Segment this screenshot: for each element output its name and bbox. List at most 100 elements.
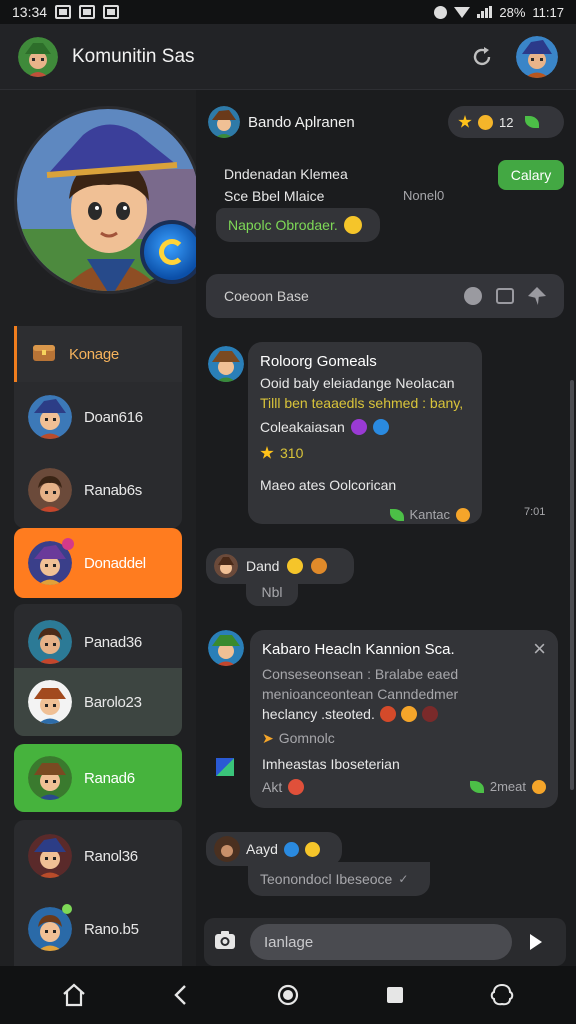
- community-avatar[interactable]: [18, 36, 58, 77]
- sidebar-item-donaddel[interactable]: Donaddel: [14, 528, 182, 598]
- camera-icon[interactable]: [214, 930, 236, 955]
- sidebar-item-label: Konage: [69, 345, 119, 363]
- signal-icon: [477, 6, 493, 18]
- message-meta: Nonel0: [403, 188, 445, 203]
- unread-badge: [62, 538, 74, 550]
- sidebar: Konage Doan616 Ranab6s Donaddel Panad36 …: [0, 90, 204, 966]
- info-icon[interactable]: [464, 287, 482, 305]
- sidebar-item-ranol36[interactable]: Ranol36: [14, 820, 182, 892]
- avatar[interactable]: [208, 106, 240, 138]
- message-sender[interactable]: Bando Aplranen: [248, 114, 355, 131]
- avatar: [28, 620, 72, 664]
- sidebar-item-label: Donaddel: [84, 554, 146, 572]
- sidebar-item-label: Rano.b5: [84, 920, 139, 938]
- battery-level: 28%: [499, 4, 526, 20]
- navigation-bar: [0, 966, 576, 1024]
- message-text: menioanceontean Canndedmer: [262, 686, 459, 702]
- message-input[interactable]: Ianlage: [250, 924, 512, 960]
- message-text: Gomnolc: [278, 730, 335, 746]
- emoji-icon: [304, 841, 320, 857]
- message-footer: 2meat: [489, 779, 526, 794]
- message-text: Aayd: [246, 841, 278, 857]
- status-time: 13:34: [12, 4, 48, 20]
- message-bubble[interactable]: Kabaro Heacln Kannion Sca. × Conseseonse…: [250, 630, 558, 808]
- pin-icon[interactable]: [528, 287, 546, 305]
- message-text: Tilll ben teaaedls sehmed : bany,: [260, 395, 464, 411]
- close-icon[interactable]: ×: [533, 638, 546, 660]
- sidebar-item-label: Doan616: [84, 408, 143, 426]
- status-bar: 13:34 28% 11:17: [0, 0, 576, 24]
- emoji-icon: [421, 706, 438, 722]
- message-composer: Ianlage: [204, 918, 566, 966]
- reply-button[interactable]: Calary: [498, 160, 564, 190]
- home-icon[interactable]: [59, 980, 89, 1010]
- sidebar-item-barolo23[interactable]: Barolo23: [14, 668, 182, 736]
- emoji-icon: [288, 779, 305, 795]
- star-icon: [458, 115, 472, 128]
- message-time: 7:01: [524, 506, 546, 518]
- gallery-icon: [103, 5, 120, 19]
- apps-icon[interactable]: [487, 980, 517, 1010]
- sidebar-item-doan616[interactable]: Doan616: [14, 382, 182, 452]
- app-header: Komunitin Sas: [0, 24, 576, 90]
- message-footer: Kantac: [409, 507, 450, 522]
- gallery-icon: [55, 5, 72, 19]
- sidebar-item-ranob5[interactable]: Rano.b5: [14, 892, 182, 966]
- scrollbar[interactable]: [570, 380, 574, 790]
- emoji-icon: [287, 558, 304, 574]
- message-text: Dand: [246, 558, 280, 574]
- avatar[interactable]: [208, 346, 244, 382]
- message-bubble[interactable]: Roloorg Gomeals Ooid baly eleiadange Neo…: [248, 342, 482, 524]
- avatar: [214, 554, 238, 578]
- refresh-icon[interactable]: [470, 45, 494, 69]
- reply-bubble[interactable]: Napolc Obrodaer.: [216, 208, 380, 242]
- arrow-icon: ➤: [262, 730, 274, 746]
- user-avatar[interactable]: [516, 35, 558, 78]
- emoji-icon: [456, 508, 470, 522]
- reply-text: Napolc Obrodaer.: [228, 217, 338, 233]
- recents-icon[interactable]: [380, 980, 410, 1010]
- message-bubble[interactable]: Aayd: [206, 832, 342, 866]
- check-icon: ✓: [398, 872, 409, 886]
- sidebar-item-ranab6s[interactable]: Ranab6s: [14, 452, 182, 528]
- star-icon: [260, 446, 274, 459]
- avatar[interactable]: [208, 630, 244, 666]
- emoji-icon: [350, 419, 367, 435]
- sidebar-item-konage[interactable]: Konage: [14, 326, 182, 382]
- home-circle-icon[interactable]: [273, 980, 303, 1010]
- star-count: 310: [280, 445, 304, 461]
- message-bubble[interactable]: Nbl: [246, 578, 298, 606]
- message-text: Sce Bbel Mlaice: [224, 188, 325, 204]
- message-placeholder: Ianlage: [264, 933, 314, 951]
- sidebar-item-label: Ranad6: [84, 769, 135, 787]
- leaf-icon: [389, 509, 404, 521]
- search-placeholder: Coeoon Base: [224, 288, 309, 304]
- message-bubble[interactable]: Teonondocl Ibeseoce ✓: [248, 862, 430, 896]
- avatar: [28, 756, 72, 800]
- avatar: [28, 680, 72, 724]
- avatar: [28, 468, 72, 512]
- sidebar-item-label: Ranab6s: [84, 481, 142, 499]
- message-text: Nbl: [261, 584, 283, 600]
- search-input[interactable]: Coeoon Base: [206, 274, 564, 318]
- emoji-icon: [379, 706, 396, 722]
- wifi-icon: [454, 6, 471, 18]
- emoji-icon: [532, 780, 546, 794]
- emoji-icon: [283, 841, 299, 857]
- emoji-icon: [478, 114, 493, 130]
- smile-emoji-icon: [343, 216, 362, 234]
- message-text: Coleakaiasan: [260, 419, 345, 435]
- emoji-icon: [311, 558, 328, 574]
- back-icon[interactable]: [166, 980, 196, 1010]
- unread-badge: [62, 904, 72, 914]
- status-clock: 11:17: [532, 4, 564, 20]
- alert-icon: [434, 5, 448, 19]
- media-icon[interactable]: [496, 288, 514, 304]
- send-icon[interactable]: [530, 934, 542, 950]
- reaction-bar[interactable]: 12: [448, 106, 564, 138]
- gallery-icon: [79, 5, 96, 19]
- message-text: Ooid baly eleiadange Neolacan: [260, 375, 455, 391]
- sidebar-item-ranad6[interactable]: Ranad6: [14, 744, 182, 812]
- message-text: heclancy .steoted.: [262, 706, 375, 722]
- page-title: Komunitin Sas: [72, 45, 195, 67]
